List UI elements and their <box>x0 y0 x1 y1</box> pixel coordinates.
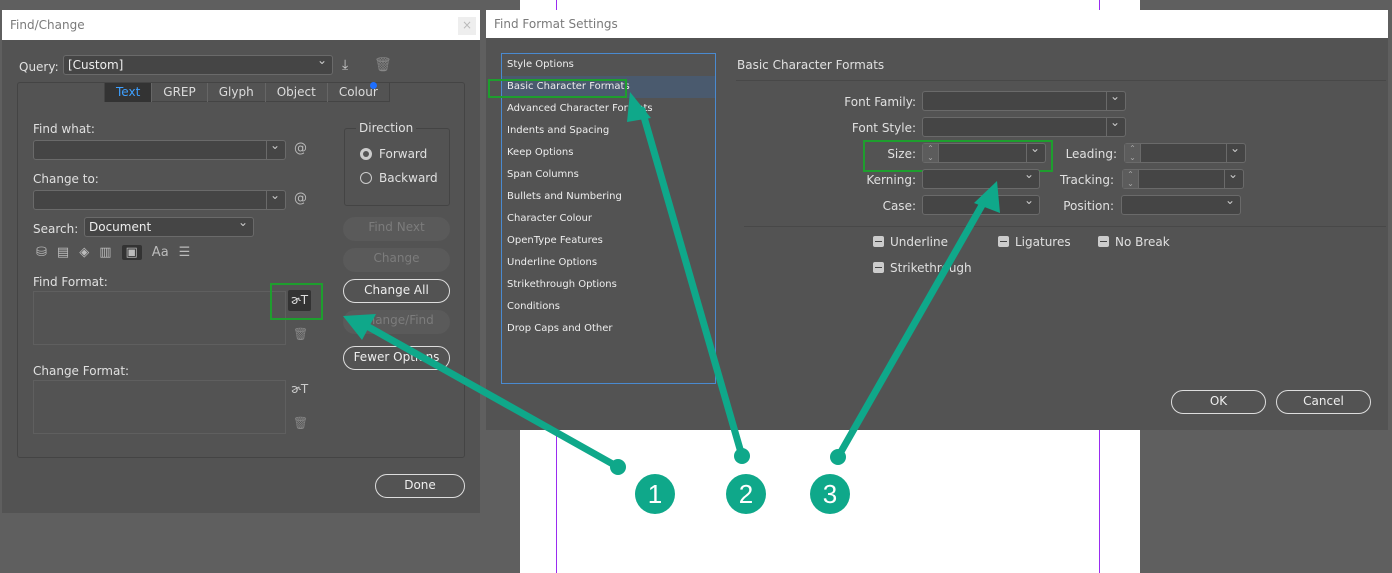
callout-arrow-1 <box>361 321 622 471</box>
callout-number-1: 1 <box>648 479 662 509</box>
callout-number-3: 3 <box>823 479 837 509</box>
callout-arrow-2 <box>638 106 746 460</box>
callout-number-2: 2 <box>739 479 753 509</box>
callout-arrow-3 <box>834 196 989 461</box>
callout-arrows: 1 2 3 <box>343 92 1000 514</box>
arrowhead-2 <box>627 92 651 122</box>
